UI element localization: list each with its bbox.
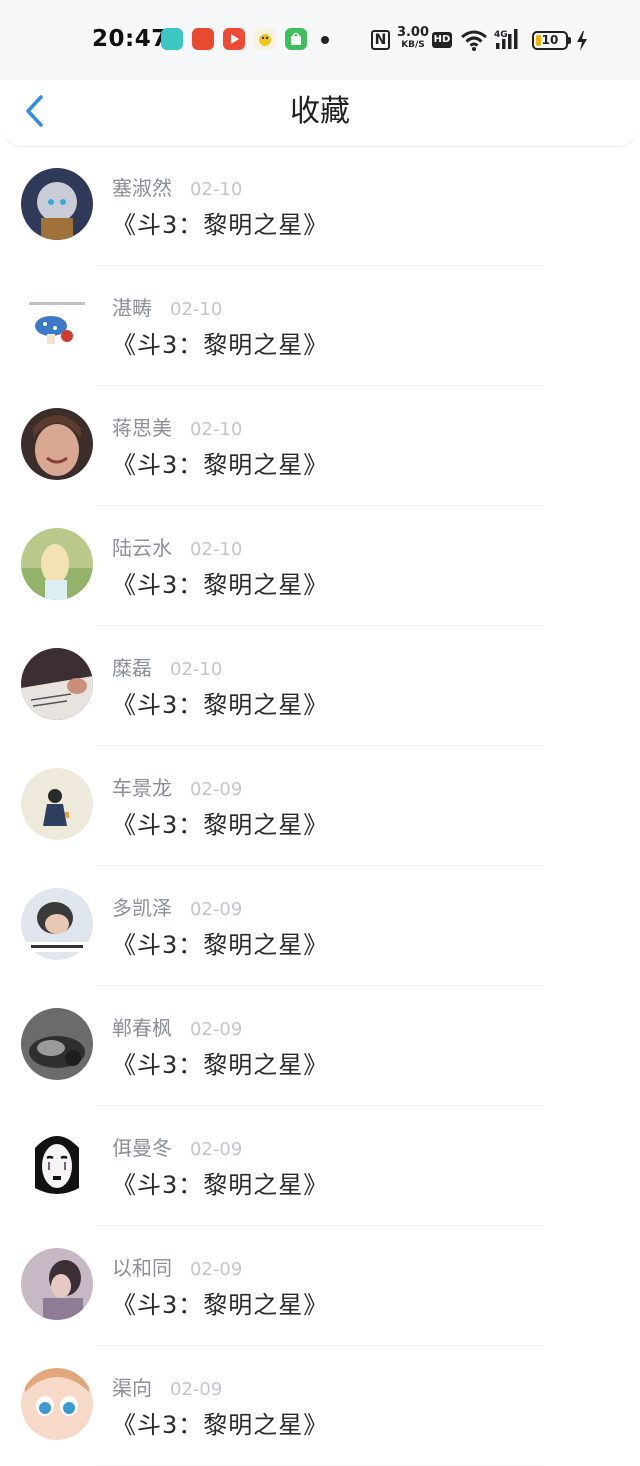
date: 02-10 bbox=[170, 659, 223, 680]
favorite-content: 《斗3：黎明之星》 bbox=[112, 211, 329, 239]
list-item[interactable]: 多凯泽 02-09 《斗3：黎明之星》 bbox=[0, 866, 640, 986]
shop-app-icon bbox=[192, 28, 214, 50]
wifi-icon bbox=[461, 30, 487, 51]
avatar bbox=[21, 1248, 93, 1320]
user-name: 糜磊 bbox=[112, 656, 152, 680]
favorite-content: 《斗3：黎明之星》 bbox=[112, 571, 329, 599]
user-name: 陆云水 bbox=[112, 536, 172, 560]
avatar bbox=[21, 768, 93, 840]
navigation-bar: 收藏 bbox=[0, 80, 640, 146]
network-speed: 3.00 KB/S bbox=[396, 25, 430, 51]
list-item[interactable]: 湛畴 02-10 《斗3：黎明之星》 bbox=[0, 266, 640, 386]
list-item[interactable]: 佴曼冬 02-09 《斗3：黎明之星》 bbox=[0, 1106, 640, 1226]
list-item[interactable]: 陆云水 02-10 《斗3：黎明之星》 bbox=[0, 506, 640, 626]
status-bar: 20:47 N 3.00 KB/S HD 4G 10 bbox=[0, 0, 640, 80]
avatar bbox=[21, 168, 93, 240]
favorite-content: 《斗3：黎明之星》 bbox=[112, 1171, 329, 1199]
avatar bbox=[21, 288, 93, 360]
date: 02-09 bbox=[190, 899, 243, 920]
user-name: 多凯泽 bbox=[112, 896, 172, 920]
favorite-content: 《斗3：黎明之星》 bbox=[112, 691, 329, 719]
clock: 20:47 bbox=[92, 26, 168, 52]
date: 02-10 bbox=[190, 419, 243, 440]
date: 02-10 bbox=[190, 539, 243, 560]
favorite-content: 《斗3：黎明之星》 bbox=[112, 811, 329, 839]
chat-app-icon bbox=[161, 28, 183, 50]
page-title: 收藏 bbox=[290, 94, 350, 129]
avatar bbox=[21, 528, 93, 600]
user-name: 蒋思美 bbox=[112, 416, 172, 440]
favorite-content: 《斗3：黎明之星》 bbox=[112, 451, 329, 479]
list-item[interactable]: 以和同 02-09 《斗3：黎明之星》 bbox=[0, 1226, 640, 1346]
hd-badge: HD bbox=[432, 32, 452, 48]
avatar bbox=[21, 408, 93, 480]
avatar bbox=[21, 1128, 93, 1200]
date: 02-10 bbox=[170, 299, 223, 320]
bird-app-icon bbox=[254, 28, 276, 50]
date: 02-10 bbox=[190, 179, 243, 200]
favorite-content: 《斗3：黎明之星》 bbox=[112, 1291, 329, 1319]
battery-icon: 10 bbox=[532, 31, 568, 50]
charging-bolt-icon bbox=[577, 31, 587, 51]
avatar bbox=[21, 1008, 93, 1080]
favorites-list: 塞淑然 02-10 《斗3：黎明之星》 湛畴 02-10 《斗3：黎明之星》 蒋思美… bbox=[0, 146, 640, 1466]
list-item[interactable]: 蒋思美 02-10 《斗3：黎明之星》 bbox=[0, 386, 640, 506]
user-name: 渠向 bbox=[112, 1376, 152, 1400]
store-app-icon bbox=[285, 28, 307, 50]
list-item[interactable]: 糜磊 02-10 《斗3：黎明之星》 bbox=[0, 626, 640, 746]
date: 02-09 bbox=[190, 779, 243, 800]
speed-unit: KB/S bbox=[401, 40, 425, 50]
list-item[interactable]: 郸春枫 02-09 《斗3：黎明之星》 bbox=[0, 986, 640, 1106]
favorite-content: 《斗3：黎明之星》 bbox=[112, 331, 329, 359]
date: 02-09 bbox=[170, 1379, 223, 1400]
cellular-signal-icon: 4G bbox=[494, 29, 518, 49]
date: 02-09 bbox=[190, 1019, 243, 1040]
avatar bbox=[21, 888, 93, 960]
favorite-content: 《斗3：黎明之星》 bbox=[112, 1411, 329, 1439]
user-name: 塞淑然 bbox=[112, 176, 172, 200]
video-play-icon bbox=[223, 28, 245, 50]
user-name: 佴曼冬 bbox=[112, 1136, 172, 1160]
list-item[interactable]: 塞淑然 02-10 《斗3：黎明之星》 bbox=[0, 146, 640, 266]
user-name: 车景龙 bbox=[112, 776, 172, 800]
user-name: 郸春枫 bbox=[112, 1016, 172, 1040]
user-name: 以和同 bbox=[112, 1256, 172, 1280]
favorite-content: 《斗3：黎明之星》 bbox=[112, 931, 329, 959]
list-item[interactable]: 车景龙 02-09 《斗3：黎明之星》 bbox=[0, 746, 640, 866]
nfc-icon: N bbox=[371, 30, 390, 50]
date: 02-09 bbox=[190, 1259, 243, 1280]
list-item[interactable]: 渠向 02-09 《斗3：黎明之星》 bbox=[0, 1346, 640, 1466]
notification-dot-icon bbox=[321, 36, 329, 44]
speed-value: 3.00 bbox=[396, 25, 430, 40]
avatar bbox=[21, 648, 93, 720]
date: 02-09 bbox=[190, 1139, 243, 1160]
user-name: 湛畴 bbox=[112, 296, 152, 320]
favorite-content: 《斗3：黎明之星》 bbox=[112, 1051, 329, 1079]
network-type-label: 4G bbox=[494, 30, 508, 40]
avatar bbox=[21, 1368, 93, 1440]
battery-level: 10 bbox=[541, 33, 559, 47]
